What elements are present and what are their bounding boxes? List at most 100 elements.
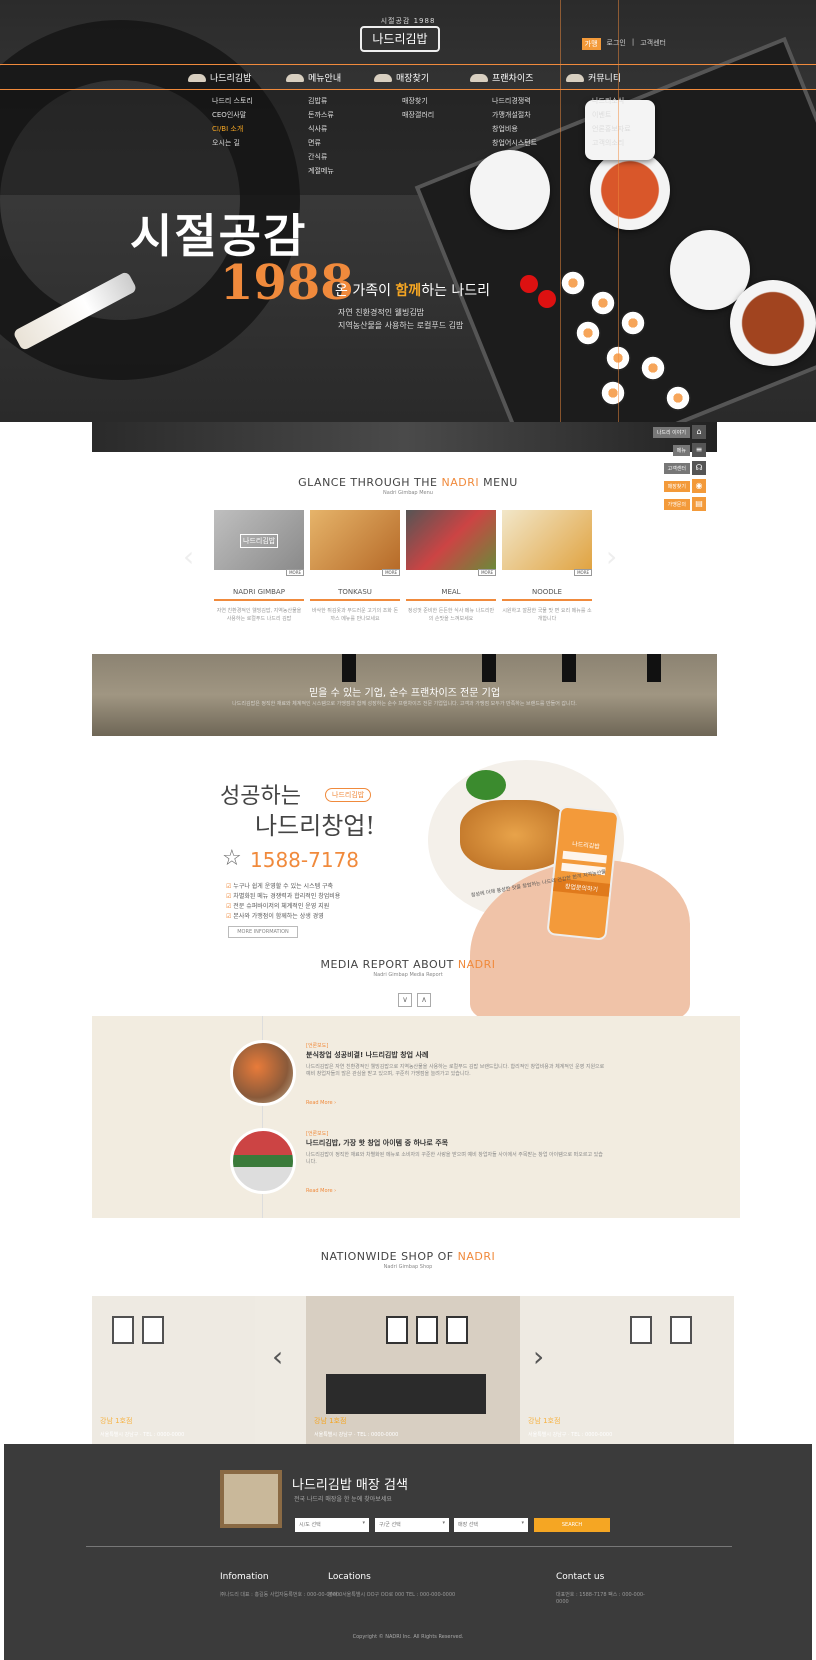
more-button[interactable]: MORE [286,569,304,576]
chopsticks-icon [566,73,584,82]
kimbap-roll [620,310,646,336]
read-more-link[interactable]: Read More › [306,1188,336,1194]
menu-card[interactable]: MORE MEAL 정성껏 준비한 든든한 식사 메뉴 나드리만의 손맛을 느껴… [406,510,496,623]
ceiling-lamp [647,654,661,682]
chevron-up-icon[interactable]: ∧ [417,993,431,1007]
nav-item-nadri[interactable]: 나드리김밥 [188,71,251,84]
more-button[interactable]: MORE [382,569,400,576]
more-information-button[interactable]: MORE INFORMATION [228,926,298,938]
login-link[interactable]: 로그인 [607,38,626,50]
hero-slogan: 시절공감 1988 [130,200,354,311]
kimbap-roll [600,380,626,406]
quick-btn[interactable]: 고객센터 ☊ [644,460,706,476]
nav-item-community[interactable]: 커뮤니티 [566,71,621,84]
submenu-link[interactable]: CEO인사말 [212,108,253,122]
submenu-link[interactable]: 나드리소식 [592,94,631,108]
menu-card-image: MORE [310,510,400,576]
media-item-title: 나드리김밥, 가장 핫 창업 아이템 중 하나로 주목 [306,1139,449,1147]
more-button[interactable]: MORE [574,569,592,576]
chevron-left-icon[interactable]: ‹ [183,540,194,573]
footer-info: Infomation ㈜나드리 대표 : 홍길동 사업자등록번호 : 000-0… [220,1572,342,1599]
submenu-link[interactable]: 계절메뉴 [308,164,334,178]
submenu-link[interactable]: 오시는 길 [212,136,253,150]
media-item-text: 나드리김밥이 정직한 재료와 차별화된 메뉴로 소비자의 꾸준한 사랑을 받으며… [306,1152,603,1165]
submenu-link[interactable]: 식사류 [308,122,334,136]
shop-name: 강남 1호점 [528,1417,561,1425]
submenu-link[interactable]: 가맹개설절차 [492,108,537,122]
franchise-banner-desc: 나드리김밥은 정직한 재료와 체계적인 시스템으로 가맹점과 함께 성장하는 순… [232,701,577,707]
quick-btn[interactable]: 메뉴 ≡ [644,442,706,458]
wall-frame [446,1316,468,1344]
main-nav: 나드리김밥 메뉴안내 매장찾기 프랜차이즈 커뮤니티 [0,64,816,90]
nav-item-franchise[interactable]: 프랜차이즈 [470,71,533,84]
submenu-franchise: 나드리경쟁력 가맹개설절차 창업비용 창업어시스턴트 [492,94,537,150]
wall-frame [386,1316,408,1344]
submenu-link[interactable]: 돈까스류 [308,108,334,122]
nav-item-menu[interactable]: 메뉴안내 [286,71,341,84]
quick-btn[interactable]: 가맹문의 ▤ [644,496,706,512]
site-logo[interactable]: 나드리김밥 [360,26,440,52]
submenu-link[interactable]: 나드리경쟁력 [492,94,537,108]
submenu-link[interactable]: 언론홍보자료 [592,122,631,136]
submenu-link[interactable]: 매장갤러리 [402,108,434,122]
franchise-flag[interactable]: 가맹 [581,38,601,50]
city-select[interactable]: 시/도 선택 [295,1518,369,1532]
tomato [538,290,556,308]
quick-menu: 나드리 이야기 ⌂ 메뉴 ≡ 고객센터 ☊ 매장찾기 ◉ 가맹문의 ▤ [644,424,706,514]
footer-contact-text: 대표번호 : 1588-7178 팩스 : 000-000-0000 [556,1592,645,1605]
side-meat-bowl [730,280,816,366]
media-item-text: 나드리김밥은 자연 친환경적인 웰빙김밥으로 지역농산물을 사용하는 로컬푸드 … [306,1064,605,1077]
search-button[interactable]: SEARCH [534,1518,610,1532]
store-select[interactable]: 매장 선택 [454,1518,528,1532]
more-button[interactable]: MORE [478,569,496,576]
wall-frame [112,1316,134,1344]
customer-center-link[interactable]: 고객센터 [640,38,666,50]
submenu-link[interactable]: 이벤트 [592,108,631,122]
menu-card-desc: 시원하고 깔끔한 국물 맛 면 요리 메뉴를 소개합니다 [502,608,592,622]
submenu-link[interactable]: 창업비용 [492,122,537,136]
noodle-icon [470,73,488,82]
guide-line [560,0,561,422]
submenu-link-active[interactable]: CI/BI 소개 [212,122,253,136]
read-more-link[interactable]: Read More › [306,1100,336,1106]
menu-card-desc: 자연 친환경적인 웰빙김밥, 지역농산물을 사용하는 로컬푸드 나드리 김밥 [216,608,302,622]
submenu-link[interactable]: 매장찾기 [402,94,434,108]
submenu-link[interactable]: 창업어시스턴트 [492,136,537,150]
phone-title: 나드리김밥 [571,840,600,851]
wall-frame [630,1316,652,1344]
menu-icon: ≡ [692,443,706,457]
submenu-link[interactable]: 면류 [308,136,334,150]
menu-card[interactable]: MORE TONKASU 바삭한 튀김옷과 부드러운 고기의 조화 돈까스 메뉴… [310,510,400,623]
wall-frame [142,1316,164,1344]
chevron-right-icon[interactable]: › [606,540,617,573]
menu-section-title: GLANCE THROUGH THE NADRI MENU [298,476,518,489]
footer-locations-heading: Locations [328,1572,371,1582]
footer-locations: Locations 본사 : 서울특별시 OO구 OO로 000 TEL : 0… [328,1572,508,1599]
submenu-link[interactable]: 고객의소리 [592,136,631,150]
media-section-title: MEDIA REPORT ABOUT NADRI [320,958,496,971]
shop-card[interactable]: 강남 1호점 서울특별시 강남구 · TEL : 0000-0000 [520,1296,734,1444]
store-icon [374,73,392,82]
submenu-link[interactable]: 간식류 [308,150,334,164]
submenu-link[interactable]: 나드리 스토리 [212,94,253,108]
menu-card-desc: 정성껏 준비한 든든한 식사 메뉴 나드리만의 손맛을 느껴보세요 [407,608,495,622]
bowl-icon [286,73,304,82]
submenu-link[interactable]: 김밥류 [308,94,334,108]
wall-frame [416,1316,438,1344]
menu-card[interactable]: MORE NOODLE 시원하고 깔끔한 국물 맛 면 요리 메뉴를 소개합니다 [502,510,592,623]
startup-phone[interactable]: 1588-7178 [250,848,359,872]
shop-card[interactable]: 강남 1호점 서울특별시 강남구 · TEL : 0000-0000 [306,1296,520,1444]
chevron-down-icon[interactable]: ∨ [398,993,412,1007]
district-select[interactable]: 구/군 선택 [375,1518,449,1532]
chevron-left-icon[interactable]: ‹ [272,1340,283,1373]
footer: 나드리김밥 매장 검색 전국 나드리 매장을 한 눈에 찾아보세요 시/도 선택… [4,1444,812,1660]
chevron-right-icon[interactable]: › [533,1340,544,1373]
menu-section-subtitle: Nadri Gimbap Menu [383,490,433,496]
side-dish-bowl [470,150,550,230]
nav-item-store[interactable]: 매장찾기 [374,71,429,84]
franchise-banner-title: 믿을 수 있는 기업, 순수 프랜차이즈 전문 기업 [308,688,501,699]
submenu-nadri: 나드리 스토리 CEO인사말 CI/BI 소개 오시는 길 [212,94,253,150]
menu-card-name: NADRI GIMBAP [214,588,304,601]
menu-card[interactable]: 나드리김밥 MORE NADRI GIMBAP 자연 친환경적인 웰빙김밥, 지… [214,510,304,623]
quick-btn[interactable]: 나드리 이야기 ⌂ [644,424,706,440]
